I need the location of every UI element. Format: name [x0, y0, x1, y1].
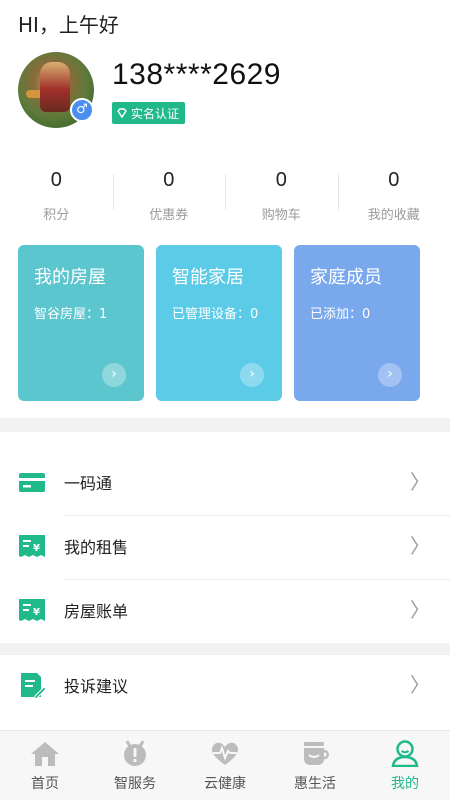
section-divider	[0, 418, 450, 432]
stat-label: 优惠券	[149, 208, 189, 223]
stat-cart[interactable]: 0 购物车	[225, 166, 338, 230]
tab-health[interactable]: 云健康	[180, 731, 270, 800]
tab-home[interactable]: 首页	[0, 731, 90, 800]
feedback-edit-icon	[21, 673, 46, 699]
tab-life[interactable]: 惠生活	[270, 731, 360, 800]
stat-points[interactable]: 0 积分	[0, 166, 113, 230]
bottom-tab-bar: 首页 智服务 云健康 惠生活 我的	[0, 730, 450, 800]
home-icon	[31, 742, 59, 766]
menu-item-house-bill[interactable]: ¥ 房屋账单 〉	[0, 580, 450, 644]
chevron-right-icon: ›	[240, 363, 264, 387]
stat-label: 积分	[43, 208, 70, 223]
chevron-right-icon: 〉	[410, 534, 430, 558]
stat-label: 购物车	[261, 208, 301, 223]
chevron-right-icon: ›	[378, 363, 402, 387]
card-title: 智能家居	[172, 267, 244, 288]
card-my-house[interactable]: 我的房屋 智谷房屋：1 ›	[18, 245, 144, 401]
bill-yen-icon: ¥	[19, 599, 45, 621]
card-icon	[19, 473, 45, 492]
chevron-right-icon: 〉	[410, 673, 430, 697]
stats-row: 0 积分 0 优惠券 0 购物车 0 我的收藏	[0, 166, 450, 230]
tab-label: 智服务	[114, 776, 156, 792]
menu-label: 我的租售	[64, 538, 129, 557]
receipt-yen-icon: ¥	[19, 535, 45, 557]
menu-item-my-rentals[interactable]: ¥ 我的租售 〉	[0, 516, 450, 580]
cup-icon	[304, 742, 329, 765]
service-icon	[124, 740, 146, 766]
profile-header: ♂ 138****2629 实名认证	[18, 52, 438, 132]
menu-item-code-pass[interactable]: 一码通 〉	[0, 452, 450, 516]
tab-mine[interactable]: 我的	[360, 731, 450, 800]
menu-label: 投诉建议	[64, 677, 129, 696]
svg-text:¥: ¥	[33, 543, 40, 554]
chevron-right-icon: ›	[102, 363, 126, 387]
section-divider	[0, 643, 450, 655]
verified-label: 实名认证	[131, 106, 180, 121]
gender-male-icon: ♂	[70, 98, 94, 122]
greeting-text: HI，上午好	[18, 13, 119, 37]
verified-badge: 实名认证	[112, 102, 186, 124]
stat-value: 0	[163, 169, 175, 191]
stat-value: 0	[275, 169, 287, 191]
user-phone: 138****2629	[112, 58, 281, 91]
chevron-right-icon: 〉	[410, 470, 430, 494]
tab-label: 我的	[391, 776, 419, 792]
tab-label: 云健康	[204, 776, 246, 792]
menu-item-feedback[interactable]: 投诉建议 〉	[0, 655, 450, 719]
user-icon	[391, 740, 419, 767]
tab-label: 首页	[31, 776, 59, 792]
stat-label: 我的收藏	[367, 208, 420, 223]
menu-label: 房屋账单	[64, 602, 129, 621]
stat-value: 0	[50, 169, 62, 191]
card-subtitle: 智谷房屋：1	[34, 307, 108, 322]
tab-service[interactable]: 智服务	[90, 731, 180, 800]
health-icon	[211, 742, 239, 765]
card-title: 家庭成员	[310, 267, 382, 288]
card-subtitle: 已管理设备：0	[172, 307, 259, 322]
stat-coupons[interactable]: 0 优惠券	[112, 166, 226, 230]
feature-cards: 我的房屋 智谷房屋：1 › 智能家居 已管理设备：0 › 家庭成员 已添加：0 …	[18, 245, 438, 401]
stat-value: 0	[388, 169, 400, 191]
menu-label: 一码通	[64, 474, 113, 493]
diamond-icon	[117, 108, 127, 119]
tab-label: 惠生活	[294, 776, 336, 792]
svg-text:¥: ¥	[33, 607, 40, 618]
stat-favorites[interactable]: 0 我的收藏	[337, 166, 450, 230]
card-smart-home[interactable]: 智能家居 已管理设备：0 ›	[156, 245, 282, 401]
card-title: 我的房屋	[34, 267, 106, 288]
chevron-right-icon: 〉	[410, 598, 430, 622]
card-subtitle: 已添加：0	[310, 307, 371, 322]
card-family-members[interactable]: 家庭成员 已添加：0 ›	[294, 245, 420, 401]
